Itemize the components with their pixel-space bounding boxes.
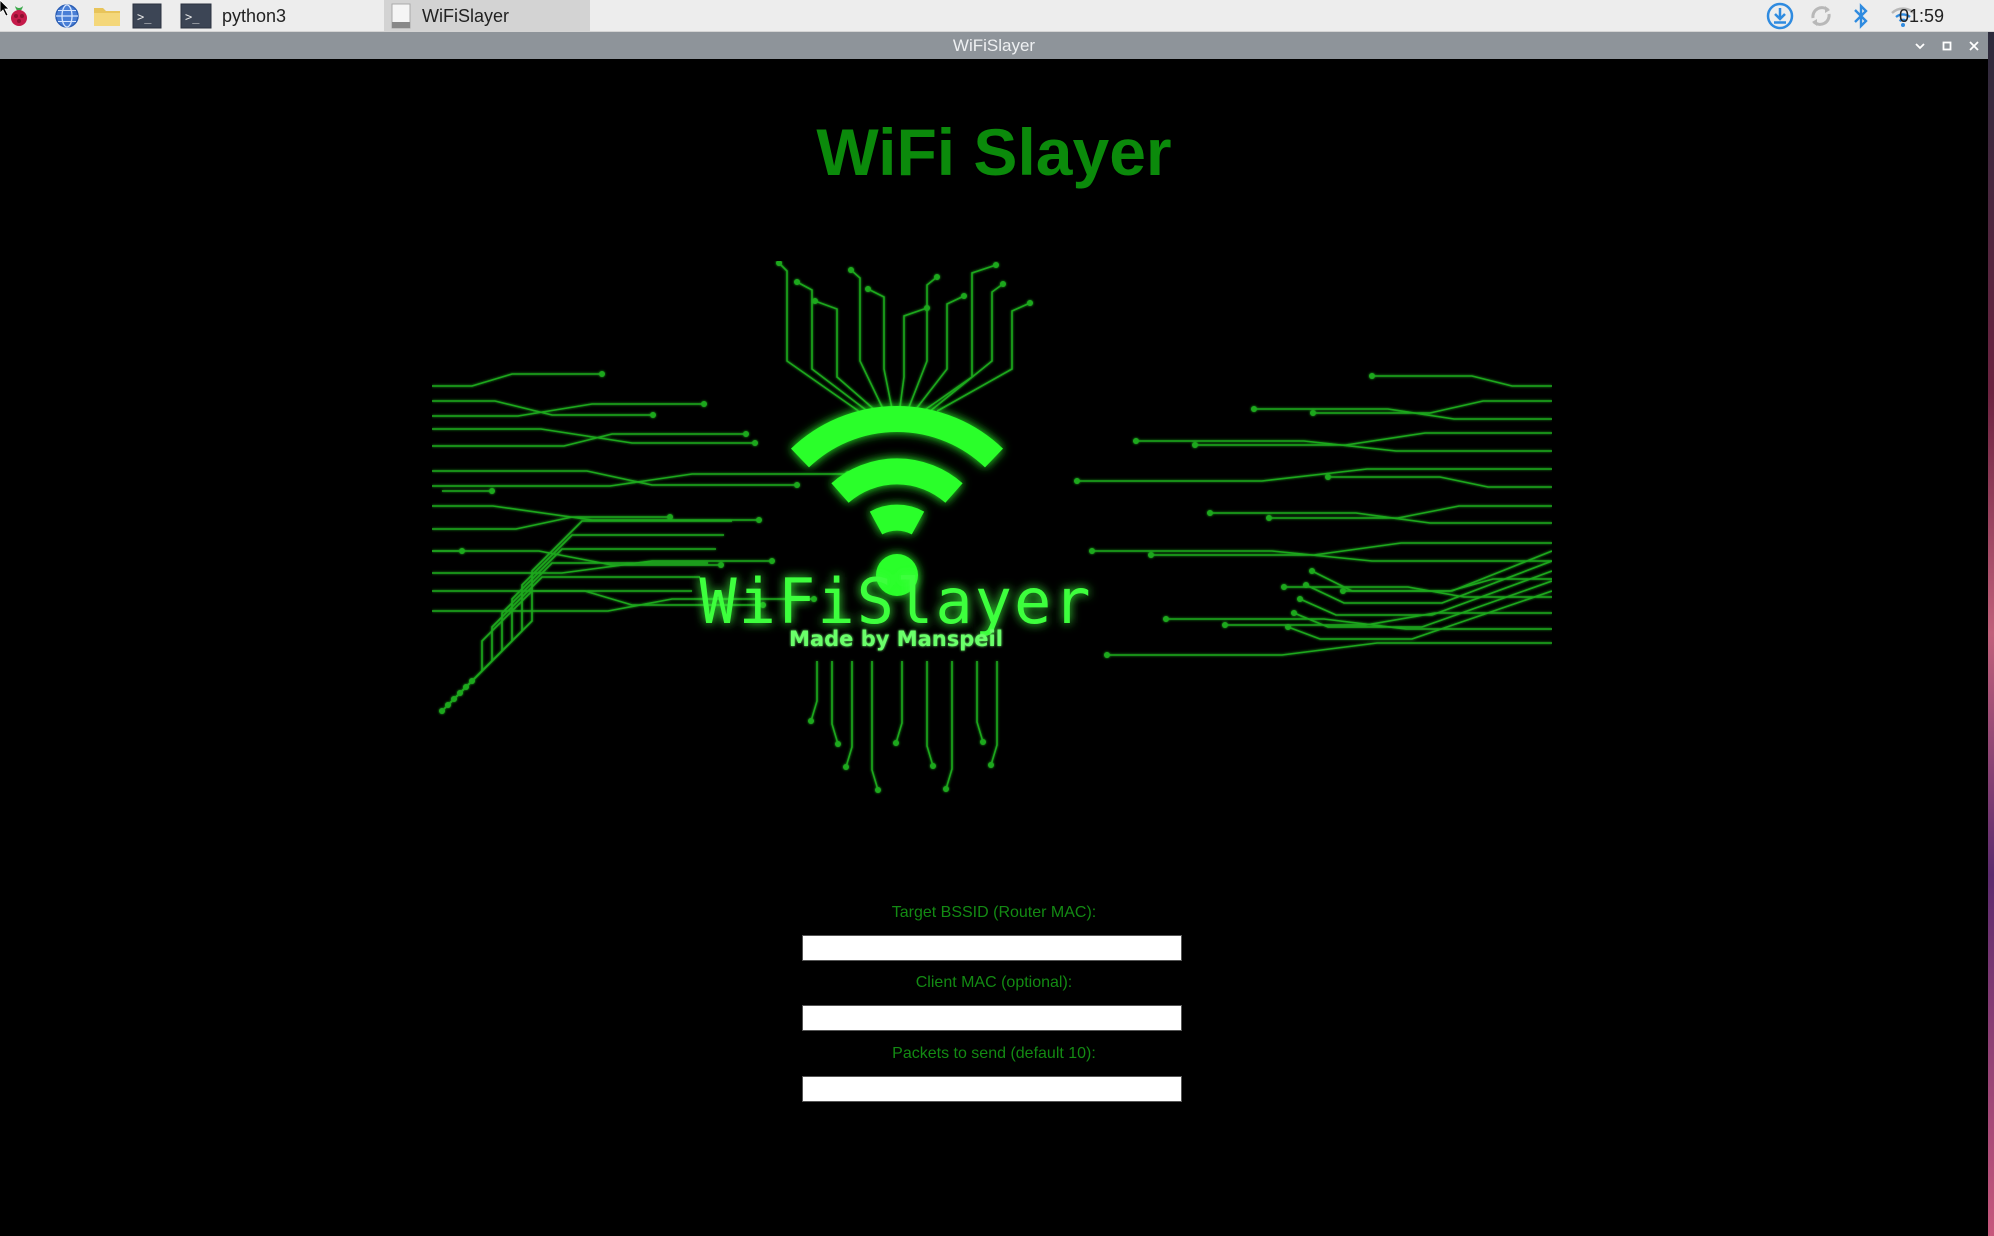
packets-input[interactable] xyxy=(802,1076,1182,1102)
svg-text:>_: >_ xyxy=(185,10,200,24)
chevron-down-icon xyxy=(1915,42,1925,49)
minimize-button[interactable] xyxy=(1908,32,1932,59)
target-bssid-label: Target BSSID (Router MAC): xyxy=(891,904,1097,921)
file-manager-icon[interactable] xyxy=(92,1,122,31)
taskbar: >_ >_ python3 WiFiSlayer 01:59 xyxy=(0,0,1994,32)
target-bssid-input[interactable] xyxy=(802,935,1182,961)
window-title: WiFiSlayer xyxy=(952,36,1036,55)
sync-icon[interactable] xyxy=(1806,1,1836,31)
app-window: WiFi Slayer WiFiSlayer Made by Manspeil … xyxy=(0,59,1988,1236)
maximize-icon xyxy=(1942,41,1952,50)
mouse-cursor-icon xyxy=(0,0,10,16)
page-title: WiFi Slayer xyxy=(816,115,1172,189)
window-icon xyxy=(391,3,411,29)
svg-text:>_: >_ xyxy=(137,10,152,24)
desktop-edge xyxy=(1988,32,1994,1236)
banner-tagline: Made by Manspeil xyxy=(789,627,1003,651)
download-icon[interactable] xyxy=(1765,1,1795,31)
terminal-icon[interactable]: >_ xyxy=(132,1,162,31)
close-button[interactable] xyxy=(1962,32,1986,59)
terminal-icon: >_ xyxy=(180,3,212,29)
task-label: python3 xyxy=(222,5,287,26)
taskbar-task-python3[interactable]: >_ python3 xyxy=(174,0,382,32)
task-label: WiFiSlayer xyxy=(422,5,510,26)
web-browser-icon[interactable] xyxy=(52,1,82,31)
client-mac-input[interactable] xyxy=(802,1005,1182,1031)
taskbar-task-wifislayer[interactable]: WiFiSlayer xyxy=(384,0,590,32)
client-mac-label: Client MAC (optional): xyxy=(915,974,1073,991)
wifislayer-banner-image: WiFiSlayer Made by Manspeil xyxy=(432,261,1552,793)
window-titlebar[interactable]: WiFiSlayer xyxy=(0,32,1988,59)
bluetooth-icon[interactable] xyxy=(1846,1,1876,31)
maximize-button[interactable] xyxy=(1935,32,1959,59)
close-icon xyxy=(1969,40,1979,51)
circuit-traces xyxy=(432,261,1552,793)
packets-label: Packets to send (default 10): xyxy=(892,1045,1096,1062)
clock[interactable]: 01:59 xyxy=(1899,0,1944,32)
